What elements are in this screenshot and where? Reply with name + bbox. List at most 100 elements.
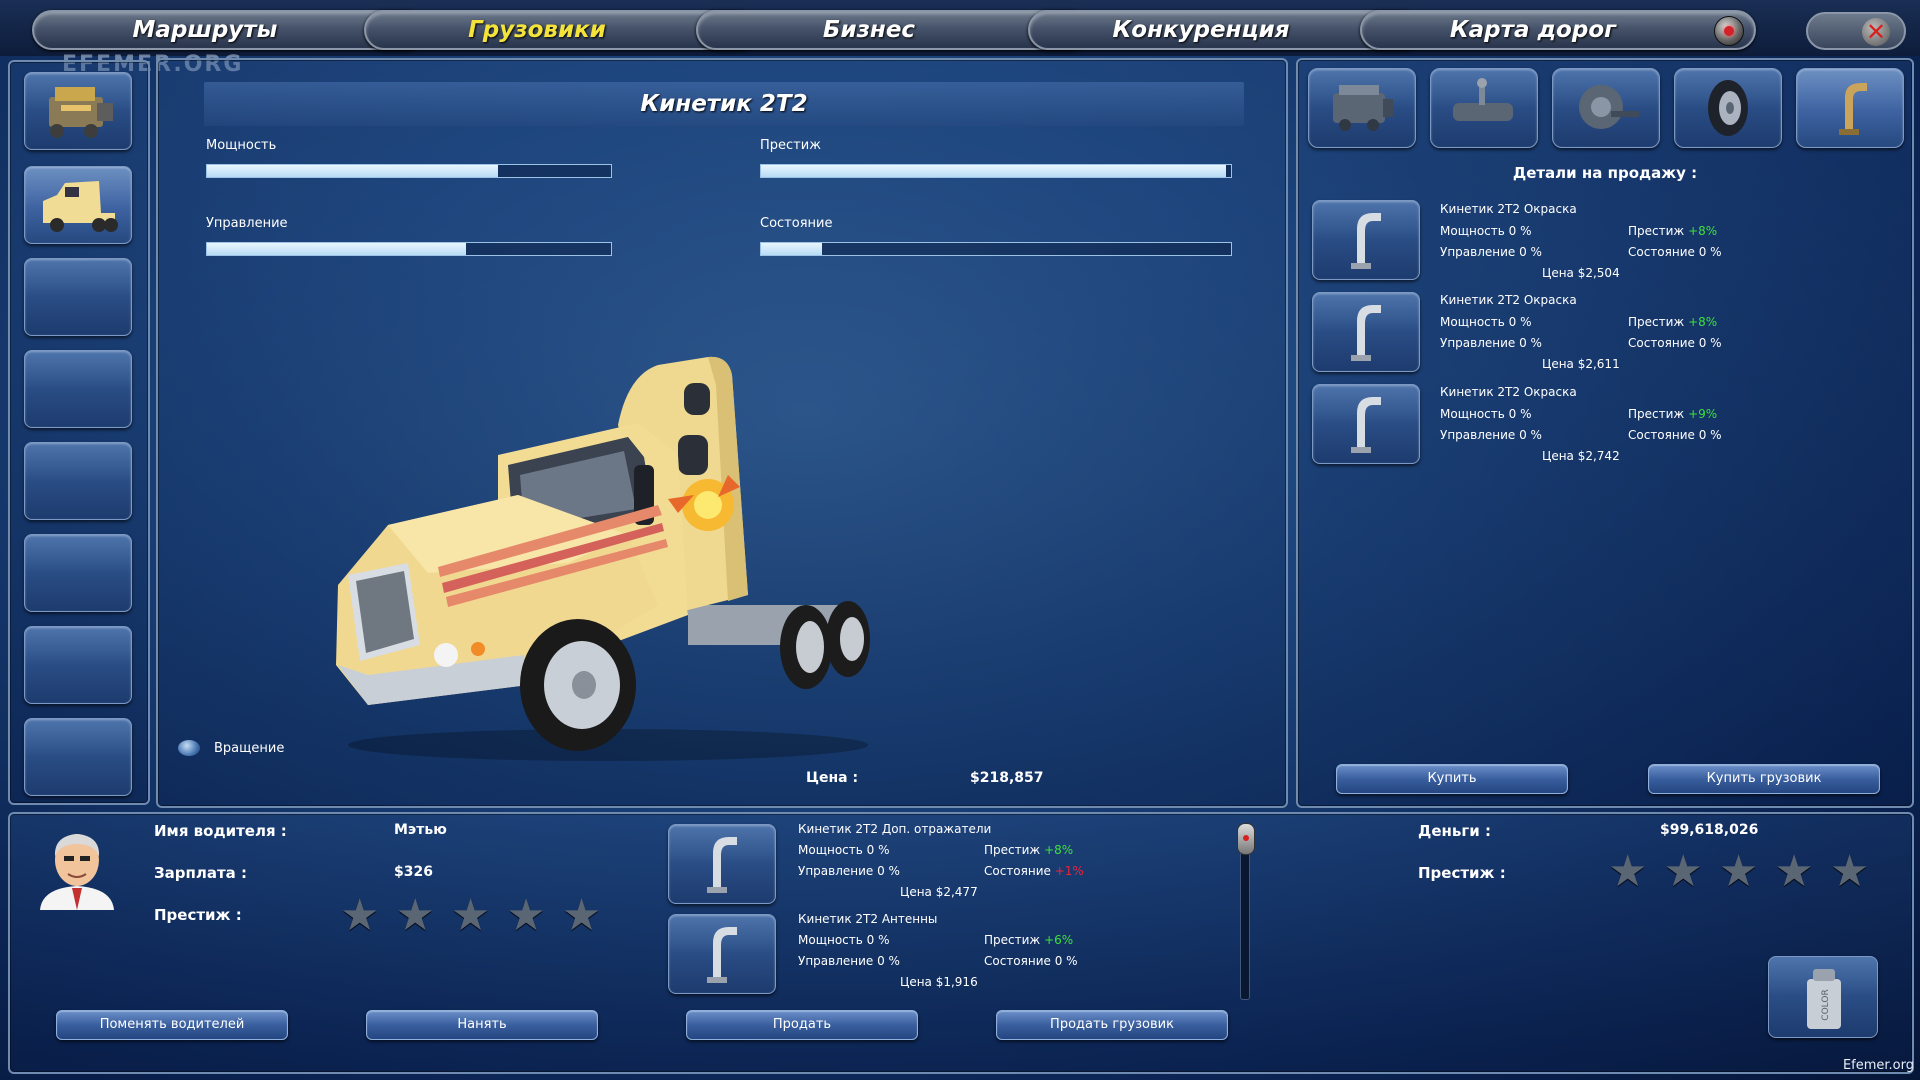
paint-can-label: COLOR — [1821, 989, 1831, 1020]
part-tab-transmission[interactable] — [1430, 68, 1538, 148]
installed-prestige-label: Престиж — [984, 843, 1041, 857]
driver-name: Мэтью — [394, 822, 447, 838]
paint-can-icon: COLOR — [1807, 969, 1841, 1029]
part-tab-engine[interactable] — [1308, 68, 1416, 148]
stat-label-condition: Состояние — [760, 216, 833, 231]
offer-name: Кинетик 2Т2 Окраска — [1440, 385, 1577, 399]
exhaust-icon — [707, 837, 737, 893]
installed-scrollbar[interactable] — [1237, 823, 1255, 1000]
scrollbar-thumb[interactable] — [1237, 823, 1255, 855]
star-icon: ★ — [561, 890, 602, 941]
driver-prestige-stars: ★ ★ ★ ★ ★ — [340, 894, 601, 938]
offer-prestige-label: Престиж — [1628, 224, 1685, 238]
installed-prestige-label: Престиж — [984, 933, 1041, 947]
installed-prestige: Престиж +8% — [984, 843, 1073, 857]
offer-price: Цена $2,611 — [1542, 357, 1620, 371]
stat-label-power: Мощность — [206, 138, 277, 153]
exhaust-icon — [1351, 213, 1381, 269]
change-drivers-button[interactable]: Поменять водителей — [56, 1010, 288, 1040]
slot-empty[interactable] — [24, 534, 132, 612]
suspension-icon — [1579, 85, 1639, 129]
slot-empty[interactable] — [24, 718, 132, 796]
power-bar — [206, 164, 612, 178]
truck-3d-preview[interactable] — [328, 305, 888, 775]
installed-condition-delta: +1% — [1054, 864, 1084, 878]
offer-condition: Состояние 0 % — [1628, 336, 1722, 350]
truck-icon — [43, 181, 118, 232]
installed-condition-label: Состояние — [984, 864, 1051, 878]
close-button[interactable]: ✕ — [1806, 12, 1906, 50]
buy-truck-button[interactable]: Купить грузовик — [1648, 764, 1880, 794]
parts-for-sale-header: Детали на продажу : — [1512, 164, 1698, 182]
slot-engine[interactable] — [24, 72, 132, 150]
exhaust-icon — [1351, 397, 1381, 453]
exhaust-icon — [1839, 83, 1867, 135]
tab-label: Карта дорог — [1449, 17, 1617, 43]
offer-control: Управление 0 % — [1440, 336, 1542, 350]
condition-bar — [760, 242, 1232, 256]
offer-control: Управление 0 % — [1440, 245, 1542, 259]
star-icon: ★ — [1718, 846, 1759, 897]
offer-prestige-label: Престиж — [1628, 315, 1685, 329]
truck-title-bar: Кинетик 2Т2 — [204, 82, 1244, 126]
stat-label-prestige: Престиж — [760, 138, 821, 153]
installed-condition: Состояние 0 % — [984, 954, 1078, 968]
offer-item[interactable] — [1312, 384, 1420, 464]
slot-empty[interactable] — [24, 442, 132, 520]
star-icon: ★ — [340, 890, 380, 941]
offer-item[interactable] — [1312, 200, 1420, 280]
driver-avatar — [40, 834, 114, 910]
installed-item[interactable] — [668, 824, 776, 904]
tab-road-map[interactable]: Карта дорог — [1360, 10, 1756, 50]
company-money: $99,618,026 — [1660, 822, 1759, 838]
engine-icon — [49, 87, 113, 138]
installed-name: Кинетик 2Т2 Антенны — [798, 912, 938, 926]
slot-truck[interactable] — [24, 166, 132, 244]
installed-price: Цена $1,916 — [900, 975, 978, 989]
truck-price: $218,857 — [970, 770, 1044, 786]
driver-and-company-panel: Имя водителя : Мэтью Зарплата : $326 Пре… — [8, 812, 1914, 1074]
top-navigation: Маршруты Грузовики Бизнес Конкуренция Ка… — [0, 0, 1920, 56]
bar-fill — [761, 165, 1227, 177]
rotate-label: Вращение — [214, 740, 285, 756]
prestige-bar — [760, 164, 1232, 178]
part-tab-exhaust[interactable] — [1796, 68, 1904, 148]
offer-price: Цена $2,742 — [1542, 449, 1620, 463]
company-prestige-label: Престиж : — [1418, 864, 1506, 882]
sell-button[interactable]: Продать — [686, 1010, 918, 1040]
slot-empty[interactable] — [24, 350, 132, 428]
rotate-control[interactable]: Вращение — [178, 740, 284, 756]
star-icon: ★ — [1829, 846, 1870, 897]
offer-name: Кинетик 2Т2 Окраска — [1440, 202, 1577, 216]
part-tab-suspension[interactable] — [1552, 68, 1660, 148]
driver-salary: $326 — [394, 864, 433, 880]
star-icon: ★ — [1774, 846, 1814, 897]
installed-prestige-delta: +6% — [1044, 933, 1074, 947]
parts-shop-panel: Детали на продажу : Кинетик 2Т2 Окраска … — [1296, 58, 1914, 808]
close-icon: ✕ — [1862, 18, 1890, 46]
offer-name: Кинетик 2Т2 Окраска — [1440, 293, 1577, 307]
paint-button[interactable]: COLOR — [1768, 956, 1878, 1038]
driver-prestige-label: Престиж : — [154, 906, 242, 924]
salary-label: Зарплата : — [154, 864, 248, 882]
part-tab-tires[interactable] — [1674, 68, 1782, 148]
bar-fill — [207, 243, 466, 255]
sell-truck-button[interactable]: Продать грузовик — [996, 1010, 1228, 1040]
rotate-knob-icon[interactable] — [178, 740, 200, 756]
slot-empty[interactable] — [24, 626, 132, 704]
offer-item[interactable] — [1312, 292, 1420, 372]
buy-button[interactable]: Купить — [1336, 764, 1568, 794]
money-label: Деньги : — [1418, 822, 1491, 840]
slot-empty[interactable] — [24, 258, 132, 336]
offer-control: Управление 0 % — [1440, 428, 1542, 442]
engine-icon — [1333, 85, 1393, 131]
installed-item[interactable] — [668, 914, 776, 994]
installed-prestige: Престиж +6% — [984, 933, 1073, 947]
hire-button[interactable]: Нанять — [366, 1010, 598, 1040]
offer-condition: Состояние 0 % — [1628, 428, 1722, 442]
bar-fill — [207, 165, 498, 177]
installed-control: Управление 0 % — [798, 864, 900, 878]
installed-power: Мощность 0 % — [798, 933, 890, 947]
indicator-light-icon — [1714, 16, 1744, 46]
exhaust-icon — [707, 927, 737, 983]
